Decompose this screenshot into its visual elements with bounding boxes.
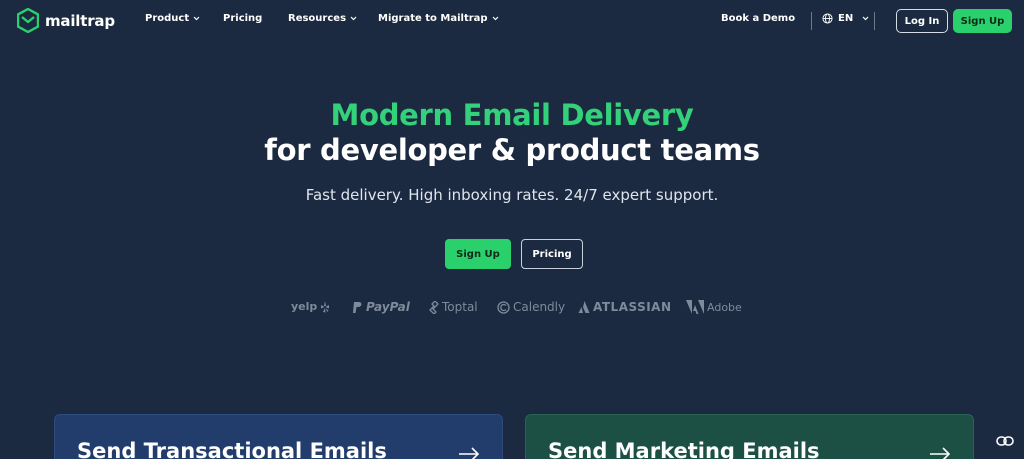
yelp-logo: yelp — [291, 300, 330, 313]
brand-name: PayPal — [366, 300, 410, 314]
brand-name: Toptal — [442, 300, 478, 314]
hero-title-highlight: Modern Email Delivery — [330, 98, 694, 132]
login-button[interactable]: Log In — [896, 9, 948, 33]
nav-item-label: Resources — [288, 13, 347, 24]
nav-item-label: Pricing — [223, 13, 263, 24]
signup-button[interactable]: Sign Up — [953, 9, 1012, 33]
hero-signup-button[interactable]: Sign Up — [445, 239, 511, 269]
nav-divider — [811, 12, 812, 30]
mailtrap-logo-icon — [17, 8, 39, 33]
hero-pricing-button[interactable]: Pricing — [521, 239, 583, 269]
arrow-right-icon — [459, 447, 480, 459]
calendly-logo: Calendly — [497, 300, 565, 314]
paypal-p-icon — [353, 301, 362, 313]
language-selector[interactable]: EN — [822, 13, 869, 24]
nav-item-product[interactable]: Product — [145, 13, 200, 24]
adobe-logo: Adobe — [686, 300, 742, 314]
chevron-down-icon — [862, 16, 869, 21]
paypal-logo: PayPal — [352, 300, 410, 314]
yelp-burst-icon — [321, 300, 330, 312]
hero-subtitle: Fast delivery. High inboxing rates. 24/7… — [305, 186, 719, 204]
nav-item-label: Product — [145, 13, 190, 24]
atlassian-logo: ATLASSIAN — [578, 300, 672, 314]
adobe-mark-icon — [686, 300, 704, 314]
chevron-down-icon — [350, 16, 357, 21]
card-title: Send Marketing Emails — [548, 439, 820, 459]
nav-item-resources[interactable]: Resources — [288, 13, 357, 24]
language-label: EN — [838, 13, 854, 24]
chevron-down-icon — [492, 16, 499, 21]
brand-name: Adobe — [707, 300, 742, 314]
logo-text: mailtrap — [45, 11, 115, 30]
brand-name: Calendly — [513, 300, 566, 314]
mailtrap-logo[interactable]: mailtrap — [17, 8, 115, 33]
marketing-emails-card[interactable]: Send Marketing Emails — [525, 414, 974, 459]
atlassian-mark-icon — [578, 301, 590, 313]
toptal-logo: Toptal — [429, 300, 478, 314]
nav-divider — [874, 12, 875, 30]
arrow-right-icon — [930, 447, 951, 459]
card-title: Send Transactional Emails — [77, 439, 387, 459]
top-nav: mailtrap Product Pricing Resources Migra… — [0, 0, 1024, 42]
calendly-mark-icon — [497, 300, 510, 314]
brand-name: yelp — [291, 300, 318, 313]
toptal-mark-icon — [429, 300, 439, 314]
nav-item-pricing[interactable]: Pricing — [223, 13, 262, 24]
globe-icon — [822, 13, 833, 24]
hero-title: for developer & product teams — [264, 133, 760, 167]
book-demo-link[interactable]: Book a Demo — [721, 13, 795, 24]
transactional-emails-card[interactable]: Send Transactional Emails — [54, 414, 503, 459]
chat-widget-icon[interactable] — [996, 435, 1014, 447]
chevron-down-icon — [193, 16, 200, 21]
nav-item-label: Migrate to Mailtrap — [378, 13, 488, 24]
brand-name: ATLASSIAN — [593, 300, 672, 314]
book-demo-label: Book a Demo — [721, 13, 796, 24]
nav-item-migrate[interactable]: Migrate to Mailtrap — [378, 13, 499, 24]
